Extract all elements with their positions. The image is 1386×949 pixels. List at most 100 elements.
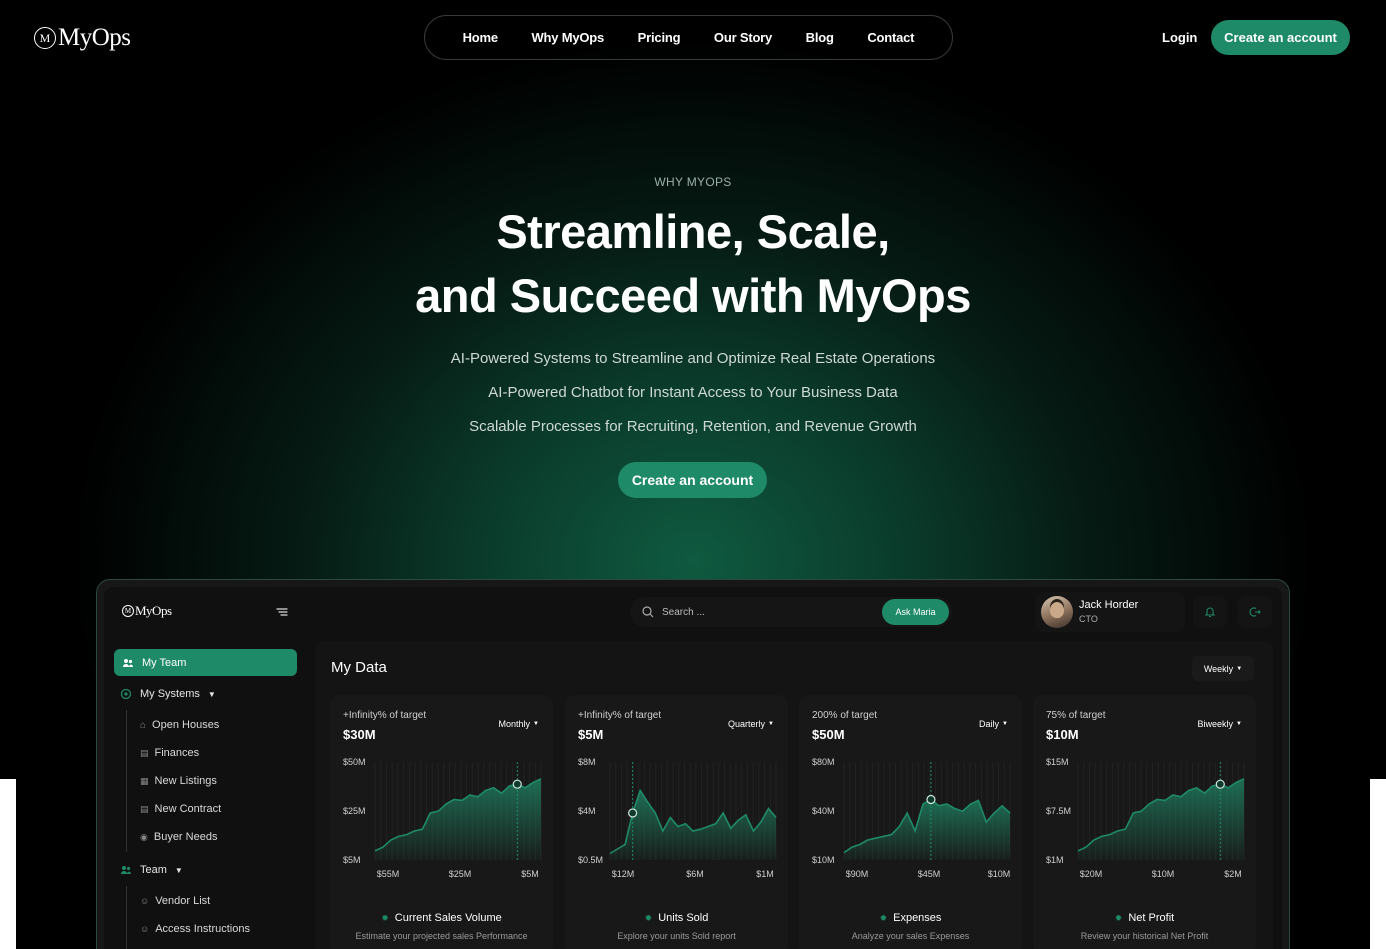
sidebar-toggle-icon[interactable] [276,606,288,618]
user-role: CTO [1079,614,1098,624]
dashboard-logo[interactable]: M MyOps [122,603,172,619]
y-tick-label: $1M [1046,855,1064,865]
nav-link-contact[interactable]: Contact [867,30,914,45]
metric-icon: ✹ [879,912,888,923]
chevron-down-icon: ▼ [533,721,539,727]
metric-description: Estimate your projected sales Performanc… [355,931,528,941]
nav-link-blog[interactable]: Blog [806,30,834,45]
sidebar-subitem-label: New Contract [154,803,222,815]
x-tick-label: $90M [846,869,869,879]
sidebar-subitem-buyer-needs[interactable]: ◉ Buyer Needs [140,831,217,843]
x-tick-label: $55M [377,869,400,879]
search-icon [642,606,654,618]
period-dropdown-label: Daily [979,719,1000,729]
sidebar-item-label: My Systems [140,688,200,700]
sidebar-subitem-access-instructions[interactable]: ☺ Access Instructions [140,923,250,935]
range-dropdown-label: Weekly [1203,663,1234,674]
sidebar-subitem-label: Open Houses [152,719,220,731]
tree-line [126,710,127,852]
nav-link-why-myops[interactable]: Why MyOps [531,30,604,45]
sidebar-subitem-label: Access Instructions [155,923,250,935]
metric-title: ✹ Units Sold [565,912,788,924]
sidebar-subitem-open-houses[interactable]: ⌂ Open Houses [140,719,219,731]
period-dropdown[interactable]: Monthly ▼ [499,719,539,729]
sidebar-subitem-new-listings[interactable]: ▦ New Listings [140,775,217,787]
y-tick-label: $25M [343,806,366,816]
chevron-down-icon: ▼ [1002,721,1008,727]
y-tick-label: $15M [1046,757,1069,767]
key-icon: ☺ [140,924,150,934]
metric-value: $50M [812,727,845,742]
user-name: Jack Horder [1079,599,1139,611]
metric-card: 200% of target $50M Daily ▼ ✹ Expenses A… [799,695,1022,949]
vendor-icon: ☺ [140,896,150,906]
metric-card: 75% of target $10M Biweekly ▼ ✹ Net Prof… [1033,695,1256,949]
main-nav: Home Why MyOps Pricing Our Story Blog Co… [424,15,953,60]
logo-mark-icon: M [34,27,56,49]
avatar [1041,596,1073,628]
brand-name: MyOps [58,24,131,51]
area-fill [375,778,541,860]
hover-point[interactable] [1215,779,1225,789]
metric-title-label: Units Sold [658,912,709,924]
sidebar-subitem-label: Finances [154,747,200,759]
hero-bullet: Scalable Processes for Recruiting, Reten… [469,418,917,435]
metric-title-label: Current Sales Volume [394,912,502,924]
sidebar-item-team[interactable]: Team ▼ [120,864,183,876]
metric-card: +Infinity% of target $30M Monthly ▼ ✹ Cu… [330,695,553,949]
metric-title: ✹ Current Sales Volume [330,912,553,924]
x-tick-label: $6M [686,869,704,879]
target-percent: +Infinity% of target [343,710,427,721]
sidebar-subitem-finances[interactable]: ▤ Finances [140,747,199,759]
create-account-button[interactable]: Create an account [1211,20,1350,55]
x-tick-label: $45M [918,869,941,879]
hover-point[interactable] [512,779,522,789]
ask-maria-button[interactable]: Ask Maria [882,599,949,625]
bell-icon [1204,607,1216,618]
sidebar-subitem-label: Buyer Needs [153,831,218,843]
hover-point[interactable] [628,808,638,818]
contract-icon: ▤ [140,803,149,814]
nav-link-home[interactable]: Home [463,30,499,45]
notifications-button[interactable] [1193,596,1227,628]
period-dropdown-label: Monthly [498,719,531,729]
sidebar-item-my-team[interactable]: My Team [114,649,297,676]
page-edge-right [1370,779,1386,949]
x-tick-label: $25M [449,869,472,879]
metric-title: ✹ Expenses [799,912,1022,924]
metric-title-label: Net Profit [1128,912,1175,924]
hover-point[interactable] [926,794,936,805]
range-dropdown[interactable]: Weekly ▼ [1192,656,1254,681]
x-tick-label: $10M [988,869,1011,879]
logout-button[interactable] [1238,596,1272,628]
metric-value: $5M [578,727,604,742]
period-dropdown[interactable]: Quarterly ▼ [728,719,774,729]
y-tick-label: $50M [343,757,366,767]
hero-headline: Streamline, Scale, and Succeed with MyOp… [0,200,1386,328]
y-tick-label: $7.5M [1046,806,1071,816]
y-tick-label: $80M [812,757,835,767]
target-percent: +Infinity% of target [578,710,662,721]
period-dropdown[interactable]: Daily ▼ [979,719,1008,729]
brand-logo[interactable]: M MyOps [34,24,131,52]
metric-icon: ✹ [381,912,389,923]
sidebar-subitem-vendor-list[interactable]: ☺ Vendor List [140,895,210,907]
x-tick-label: $10M [1152,869,1175,879]
nav-link-pricing[interactable]: Pricing [638,30,681,45]
hero-create-account-button[interactable]: Create an account [618,462,767,498]
search-input[interactable] [662,606,862,618]
period-dropdown[interactable]: Biweekly ▼ [1198,719,1242,729]
nav-link-our-story[interactable]: Our Story [714,30,772,45]
y-tick-label: $4M [578,806,596,816]
area-chart: $8M $4M $0.5M $12M $6M $1M [578,757,777,879]
sidebar-subitem-label: New Listings [154,775,217,787]
chevron-down-icon: ▼ [1236,721,1242,727]
sidebar-item-label: My Team [142,656,187,669]
x-tick-label: $12M [612,869,635,879]
sidebar-subitem-new-contract[interactable]: ▤ New Contract [140,803,221,815]
login-link[interactable]: Login [1162,30,1197,45]
x-tick-label: $5M [521,869,539,879]
sidebar-item-my-systems[interactable]: My Systems ▼ [120,688,216,700]
metric-icon: ✹ [644,912,653,923]
metric-description: Review your historical Net Profit [1080,931,1209,941]
